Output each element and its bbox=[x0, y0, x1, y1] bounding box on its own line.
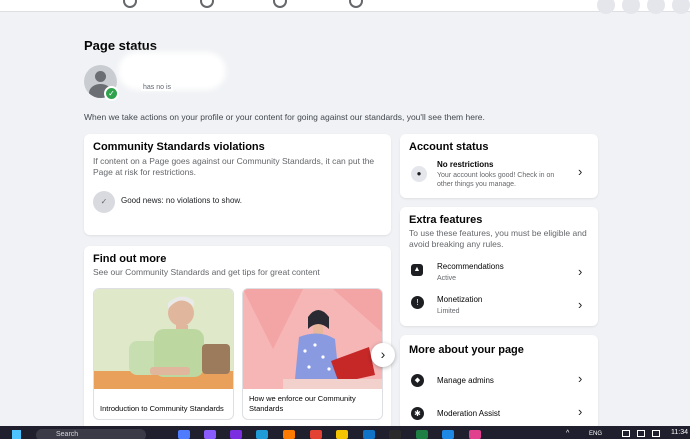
extra-features-title: Extra features bbox=[409, 214, 483, 226]
find-out-more-subtitle: See our Community Standards and get tips… bbox=[93, 267, 320, 277]
account-status-title: Account status bbox=[409, 141, 489, 153]
copilot-icon[interactable] bbox=[204, 430, 216, 439]
home-nav-icon[interactable] bbox=[123, 0, 137, 8]
more-about-page-card: More about your page ◆ Manage admins › ✱… bbox=[400, 335, 598, 430]
check-icon: ✓ bbox=[104, 86, 119, 101]
illustration-older-man bbox=[94, 289, 233, 389]
chrome-icon[interactable] bbox=[310, 430, 322, 439]
alert-icon: ! bbox=[411, 296, 424, 309]
chevron-right-icon: › bbox=[578, 297, 583, 312]
app-icon[interactable] bbox=[442, 430, 454, 439]
moderation-assist-label: Moderation Assist bbox=[437, 409, 501, 418]
firefox-icon[interactable] bbox=[283, 430, 295, 439]
carousel-next-button[interactable]: › bbox=[371, 343, 395, 367]
groups-nav-icon[interactable] bbox=[349, 0, 363, 8]
violations-status: Good news: no violations to show. bbox=[121, 196, 242, 205]
find-out-more-title: Find out more bbox=[93, 253, 167, 265]
chevron-right-icon: › bbox=[578, 371, 583, 386]
checkmark-circle-icon: ✓ bbox=[93, 191, 115, 213]
calculator-icon[interactable] bbox=[363, 430, 375, 439]
recommendations-status: Active bbox=[437, 275, 457, 282]
file-explorer-icon[interactable] bbox=[336, 430, 348, 439]
illustration-woman-laptop bbox=[243, 289, 382, 389]
shield-icon: ◆ bbox=[411, 374, 424, 387]
recommendations-row[interactable]: ▲ Recommendations Active › bbox=[400, 260, 598, 288]
extra-features-description: To use these features, you must be eligi… bbox=[409, 228, 587, 249]
moderation-assist-row[interactable]: ✱ Moderation Assist › bbox=[400, 404, 598, 426]
chrome-profile-icon[interactable] bbox=[469, 430, 481, 439]
page-name-partial: has no is bbox=[141, 84, 174, 91]
wifi-icon[interactable] bbox=[622, 430, 630, 437]
windows-start-icon[interactable] bbox=[12, 430, 21, 439]
intro-community-standards-caption: Introduction to Community Standards bbox=[100, 404, 224, 413]
messenger-icon[interactable] bbox=[622, 0, 640, 14]
store-icon[interactable] bbox=[389, 430, 401, 439]
monetization-label: Monetization bbox=[437, 295, 483, 304]
no-restrictions-description: Your account looks good! Check in on oth… bbox=[437, 172, 555, 188]
chevron-right-icon: › bbox=[578, 164, 583, 179]
excel-icon[interactable] bbox=[416, 430, 428, 439]
gear-icon: ✱ bbox=[411, 407, 424, 420]
taskbar-clock[interactable]: 11:34 bbox=[671, 429, 688, 436]
menu-icon[interactable] bbox=[597, 0, 615, 14]
enforcement-card[interactable]: How we enforce our Community Standards bbox=[242, 288, 383, 420]
violations-description: If content on a Page goes against our Co… bbox=[93, 156, 375, 177]
marketplace-nav-icon[interactable] bbox=[273, 0, 287, 8]
violations-title: Community Standards violations bbox=[93, 141, 265, 153]
taskbar-search[interactable]: Search bbox=[36, 429, 146, 439]
extra-features-card: Extra features To use these features, yo… bbox=[400, 207, 598, 326]
notifications-icon[interactable] bbox=[647, 0, 665, 14]
more-about-page-title: More about your page bbox=[409, 344, 524, 356]
chevron-up-icon[interactable]: ^ bbox=[566, 430, 569, 437]
manage-admins-label: Manage admins bbox=[437, 376, 494, 385]
volume-icon[interactable] bbox=[637, 430, 645, 437]
recommendations-icon: ▲ bbox=[411, 264, 423, 276]
violations-card: Community Standards violations If conten… bbox=[84, 134, 391, 235]
watch-nav-icon[interactable] bbox=[200, 0, 214, 8]
avatar-head bbox=[95, 71, 106, 82]
monetization-status: Limited bbox=[437, 308, 460, 315]
recommendations-label: Recommendations bbox=[437, 262, 504, 271]
page-title: Page status bbox=[84, 38, 157, 53]
top-navigation-bar bbox=[0, 0, 690, 14]
battery-icon[interactable] bbox=[652, 430, 660, 437]
edge-icon[interactable] bbox=[256, 430, 268, 439]
status-notice: When we take actions on your profile or … bbox=[84, 112, 485, 122]
profile-icon[interactable] bbox=[672, 0, 690, 14]
task-view-icon[interactable] bbox=[178, 430, 190, 439]
no-restrictions-row[interactable]: ● No restrictions Your account looks goo… bbox=[400, 158, 598, 190]
teams-icon[interactable] bbox=[230, 430, 242, 439]
account-status-card: Account status ● No restrictions Your ac… bbox=[400, 134, 598, 198]
intro-community-standards-card[interactable]: Introduction to Community Standards bbox=[93, 288, 234, 420]
enforcement-caption: How we enforce our Community Standards bbox=[249, 394, 356, 413]
no-restrictions-label: No restrictions bbox=[437, 160, 494, 169]
manage-admins-row[interactable]: ◆ Manage admins › bbox=[400, 371, 598, 393]
chevron-right-icon: › bbox=[578, 404, 583, 419]
monetization-row[interactable]: ! Monetization Limited › bbox=[400, 293, 598, 321]
user-circle-icon: ● bbox=[411, 166, 427, 182]
chevron-right-icon: › bbox=[578, 264, 583, 279]
language-indicator[interactable]: ENG bbox=[589, 431, 602, 437]
